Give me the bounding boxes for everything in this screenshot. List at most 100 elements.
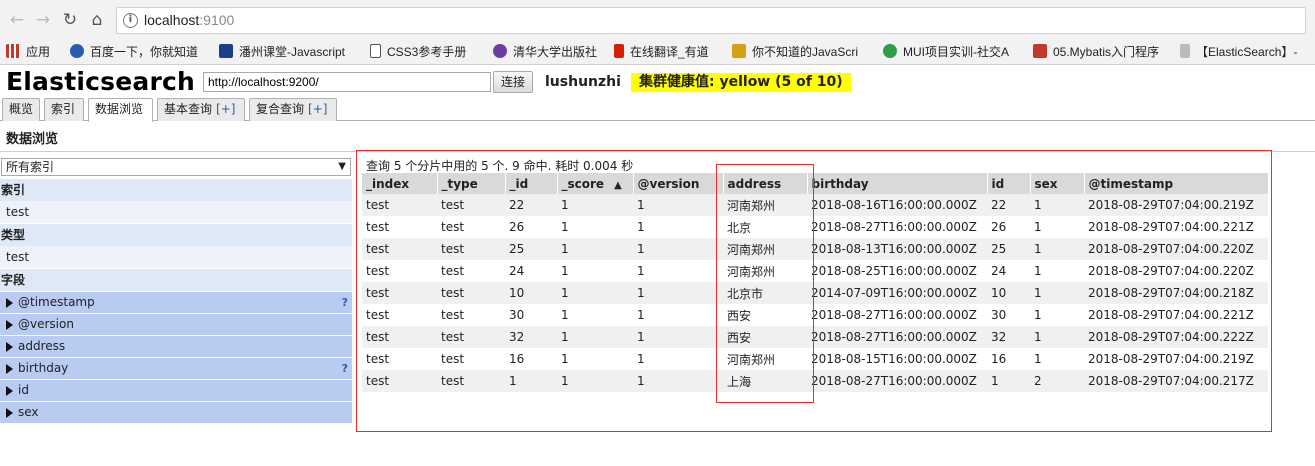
field-address[interactable]: address [0,336,352,357]
column-header-index[interactable]: _index [362,173,438,194]
bookmark-youdao[interactable]: 在线翻译_有道 [614,44,709,61]
query-summary: 查询 5 个分片中用的 5 个. 9 命中. 耗时 0.004 秒 [366,159,634,173]
expand-triangle-icon[interactable] [6,342,13,352]
expand-triangle-icon[interactable] [6,386,13,396]
tab-indices[interactable]: 索引 [44,98,84,121]
cell-timestamp: 2018-08-29T07:04:00.220Z [1084,238,1268,260]
index-filter-test[interactable]: test [0,201,352,223]
column-label: _type [441,176,478,191]
mybatis-logo-icon [1033,44,1047,58]
cell-id-field: 1 [987,370,1030,392]
feather-logo-icon [1180,44,1190,58]
tab-label: 数据浏览 [95,102,144,116]
table-row[interactable]: test test 26 1 1 北京 2018-08-27T16:00:00.000Z 26… [362,216,1268,238]
bookmark-label: CSS3参考手册 [387,45,467,59]
table-row[interactable]: test test 25 1 1 河南郑州 2018-08-13T16:00:00.000Z… [362,238,1268,260]
tab-browser[interactable]: 数据浏览 [88,98,153,122]
bookmark-css3[interactable]: CSS3参考手册 [370,44,466,61]
page-title: 数据浏览 [6,132,59,147]
field-timestamp[interactable]: @timestamp? [0,292,352,313]
address-bar-url[interactable]: localhost:9100 [144,12,234,28]
column-header-id-field[interactable]: id [987,173,1031,194]
table-row[interactable]: test test 16 1 1 河南郑州 2018-08-15T16:00:00.000Z… [362,348,1268,370]
field-sex[interactable]: sex [0,402,352,423]
column-label: _score [561,176,605,191]
connect-button[interactable]: 连接 [493,71,533,93]
table-row[interactable]: test test 1 1 1 上海 2018-08-27T16:00:00.000Z 1 2 2… [362,370,1268,392]
forward-arrow-icon[interactable]: → [32,9,54,31]
column-header-birthday[interactable]: birthday [807,173,988,194]
column-header-timestamp[interactable]: @timestamp [1084,173,1269,194]
field-label: @timestamp [18,295,95,309]
help-icon[interactable]: ? [342,358,348,379]
tab-expand[interactable]: [+] [216,102,235,116]
column-label: @timestamp [1088,176,1174,191]
field-birthday[interactable]: birthday? [0,358,352,379]
table-row[interactable]: test test 32 1 1 西安 2018-08-27T16:00:00.000Z 32… [362,326,1268,348]
column-header-sex[interactable]: sex [1030,173,1085,194]
cell-timestamp: 2018-08-29T07:04:00.221Z [1084,304,1268,326]
column-header-score[interactable]: _score ▲ [557,173,634,194]
table-header-row: _index _type _id _score ▲ @version addres… [362,173,1269,194]
cell-index: test [362,238,437,260]
cell-version: 1 [633,194,723,216]
table-row[interactable]: test test 10 1 1 北京市 2014-07-09T16:00:00.000Z 1… [362,282,1268,304]
dropdown-arrow-icon[interactable]: ▼ [338,159,346,175]
cell-type: test [437,216,505,238]
tab-structured-query[interactable]: 复合查询 [+] [249,98,337,121]
bookmark-ydkjs[interactable]: 你不知道的JavaScri [732,44,858,61]
bookmark-apps[interactable]: 应用 [6,44,50,61]
bookmark-baidu[interactable]: 百度一下，你就知道 [70,44,198,61]
help-icon[interactable]: ? [342,292,348,313]
tab-overview[interactable]: 概览 [2,98,40,121]
field-id[interactable]: id [0,380,352,401]
tab-expand[interactable]: [+] [308,102,327,116]
column-header-id[interactable]: _id [505,173,558,194]
bookmark-label: 百度一下，你就知道 [90,45,199,59]
table-row[interactable]: test test 22 1 1 河南郑州 2018-08-16T16:00:00.000Z… [362,194,1268,216]
url-host: localhost [144,12,200,28]
main-tabs: 概览 索引 数据浏览 基本查询 [+] 复合查询 [+] [0,98,1315,122]
reload-icon[interactable]: ↻ [59,9,81,31]
cell-id: 22 [505,194,557,216]
table-row[interactable]: test test 30 1 1 西安 2018-08-27T16:00:00.000Z 30… [362,304,1268,326]
address-bar[interactable]: i localhost:9100 [116,7,1306,34]
back-arrow-icon[interactable]: ← [6,9,28,31]
cell-score: 1 [557,194,633,216]
cell-timestamp: 2018-08-29T07:04:00.217Z [1084,370,1268,392]
cell-id-field: 26 [987,216,1030,238]
cell-score: 1 [557,304,633,326]
bookmark-mui[interactable]: MUI项目实训-社交A [883,44,1009,61]
bookmark-panzhou[interactable]: 潘州课堂-Javascript [219,44,345,61]
cell-sex: 2 [1030,370,1084,392]
connect-url-input[interactable] [203,72,491,92]
bookmark-mybatis[interactable]: 05.Mybatis入门程序 [1033,44,1159,61]
info-icon[interactable]: i [123,13,138,28]
cell-sex: 1 [1030,238,1084,260]
bookmark-label: 潘州课堂-Javascript [239,45,346,59]
bookmark-label: 清华大学出版社 [513,45,598,59]
address-column-highlight [716,164,814,403]
type-filter-test[interactable]: test [0,246,352,268]
field-label: address [18,339,66,353]
expand-triangle-icon[interactable] [6,364,13,374]
mui-logo-icon [883,44,897,58]
index-section-header: 索引 [0,179,352,201]
tab-basic-query[interactable]: 基本查询 [+] [157,98,245,121]
cell-sex: 1 [1030,194,1084,216]
bookmark-label: MUI项目实训-社交A [903,45,1009,59]
index-select[interactable]: 所有索引 ▼ [1,158,351,176]
expand-triangle-icon[interactable] [6,408,13,418]
column-label: sex [1034,176,1058,191]
expand-triangle-icon[interactable] [6,320,13,330]
bookmark-elasticsearch[interactable]: 【ElasticSearch】- [1180,44,1297,61]
bookmarks-bar: 应用 百度一下，你就知道 潘州课堂-Javascript CSS3参考手册 清华… [0,40,1315,65]
cell-index: test [362,282,437,304]
bookmark-tsinghua[interactable]: 清华大学出版社 [493,44,597,61]
column-header-version[interactable]: @version [633,173,724,194]
column-header-type[interactable]: _type [437,173,506,194]
table-row[interactable]: test test 24 1 1 河南郑州 2018-08-25T16:00:00.000Z… [362,260,1268,282]
field-version[interactable]: @version [0,314,352,335]
expand-triangle-icon[interactable] [6,298,13,308]
home-icon[interactable]: ⌂ [86,9,108,31]
